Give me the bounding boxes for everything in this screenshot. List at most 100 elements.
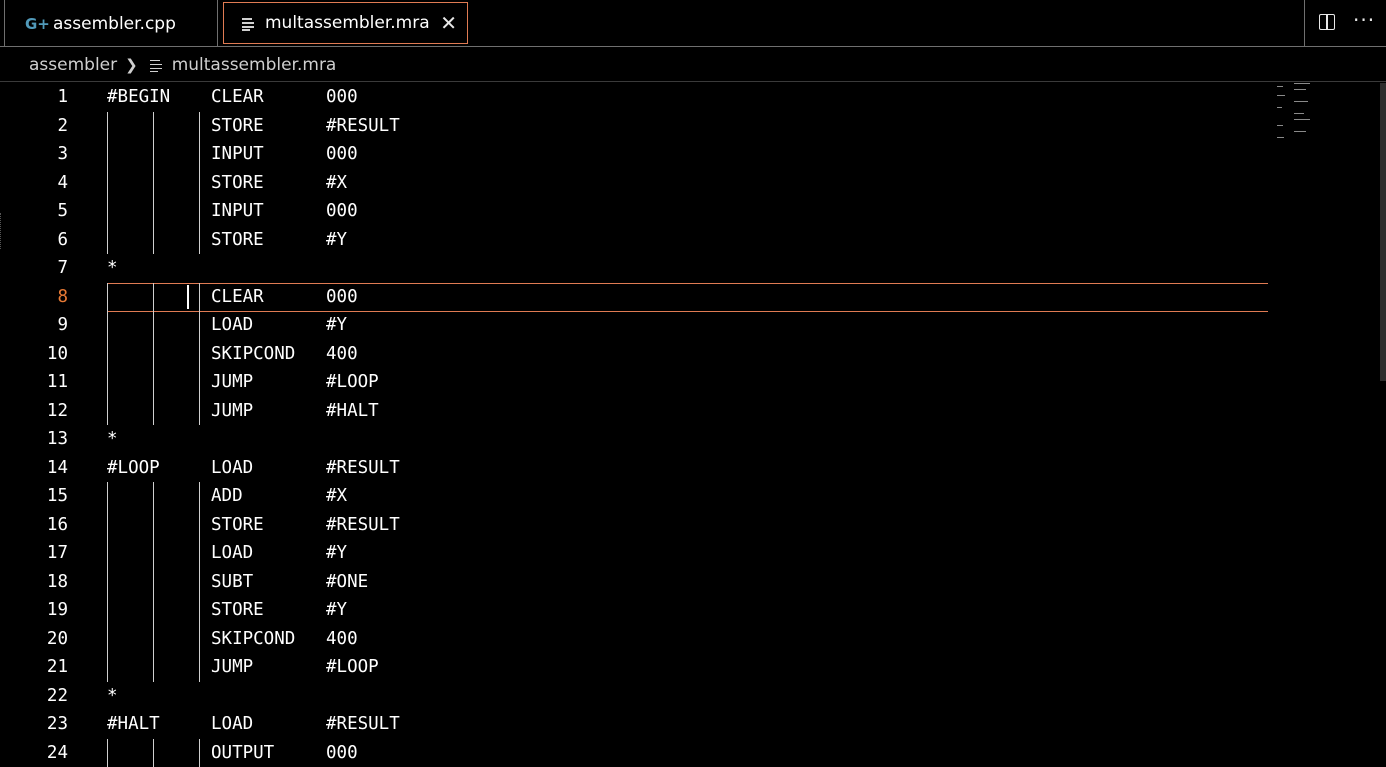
code-editor[interactable]: 1#BEGINCLEAR0002STORE#RESULT3INPUT0004ST… <box>0 83 1386 760</box>
close-icon[interactable]: ✕ <box>440 11 457 35</box>
indent-guide <box>153 340 154 369</box>
indent-guide <box>199 653 200 682</box>
indent-guide <box>199 226 200 255</box>
code-opcode: SUBT <box>211 568 253 597</box>
code-operand: #Y <box>326 596 347 625</box>
indent-guide <box>107 197 108 226</box>
line-number: 22 <box>28 682 68 711</box>
indent-guide <box>153 596 154 625</box>
indent-guide <box>153 368 154 397</box>
indent-guide <box>199 539 200 568</box>
indent-guide <box>107 368 108 397</box>
code-line[interactable]: 4STORE#X <box>0 169 1270 198</box>
cpp-file-icon: G+ <box>25 15 43 33</box>
code-opcode: LOAD <box>211 311 253 340</box>
indent-guide <box>153 568 154 597</box>
tab-label: assembler.cpp <box>53 14 176 34</box>
code-line[interactable]: 14#LOOPLOAD#RESULT <box>0 454 1270 483</box>
line-number: 17 <box>28 539 68 568</box>
line-number: 16 <box>28 511 68 540</box>
code-line[interactable]: 24OUTPUT000 <box>0 739 1270 767</box>
line-number: 4 <box>28 169 68 198</box>
code-line[interactable]: 5INPUT000 <box>0 197 1270 226</box>
chevron-right-icon: ❯ <box>125 56 138 74</box>
code-opcode: INPUT <box>211 140 264 169</box>
breadcrumb-folder[interactable]: assembler <box>29 55 117 75</box>
code-opcode: STORE <box>211 511 264 540</box>
text-file-icon <box>242 17 254 29</box>
code-operand: #Y <box>326 226 347 255</box>
code-operand: 000 <box>326 140 358 169</box>
indent-guide <box>199 197 200 226</box>
code-line[interactable]: 11JUMP#LOOP <box>0 368 1270 397</box>
indent-guide <box>199 340 200 369</box>
code-line[interactable]: 15ADD#X <box>0 482 1270 511</box>
indent-guide <box>199 482 200 511</box>
code-line[interactable]: 21JUMP#LOOP <box>0 653 1270 682</box>
line-number: 5 <box>28 197 68 226</box>
indent-guide <box>153 169 154 198</box>
code-operand: #HALT <box>326 397 379 426</box>
code-line[interactable]: 23#HALTLOAD#RESULT <box>0 710 1270 739</box>
indent-guide <box>199 169 200 198</box>
code-line[interactable]: 19STORE#Y <box>0 596 1270 625</box>
split-editor-icon[interactable] <box>1319 14 1335 30</box>
tab-multassembler-mra[interactable]: multassembler.mra ✕ <box>223 2 468 44</box>
indent-guide <box>153 112 154 141</box>
code-opcode: JUMP <box>211 368 253 397</box>
line-number: 10 <box>28 340 68 369</box>
code-opcode: OUTPUT <box>211 739 274 767</box>
indent-guide <box>107 739 108 767</box>
code-line[interactable]: 18SUBT#ONE <box>0 568 1270 597</box>
code-line[interactable]: 22 * <box>0 682 1270 711</box>
code-opcode: SKIPCOND <box>211 340 295 369</box>
code-line[interactable]: 7* <box>0 254 1270 283</box>
code-line[interactable]: 8CLEAR000 <box>0 283 1270 312</box>
code-label: * <box>107 682 118 711</box>
indent-guide <box>107 625 108 654</box>
code-label: #HALT <box>107 710 160 739</box>
code-line[interactable]: 17LOAD#Y <box>0 539 1270 568</box>
indent-guide <box>107 653 108 682</box>
code-operand: 000 <box>326 83 358 112</box>
indent-guide <box>199 112 200 141</box>
code-operand: 400 <box>326 625 358 654</box>
vertical-scrollbar[interactable] <box>1380 83 1386 381</box>
code-opcode: CLEAR <box>211 83 264 112</box>
code-label: * <box>107 254 118 283</box>
code-line[interactable]: 13* <box>0 425 1270 454</box>
code-operand: #ONE <box>326 568 368 597</box>
code-line[interactable]: 16STORE#RESULT <box>0 511 1270 540</box>
code-opcode: STORE <box>211 112 264 141</box>
code-label: #BEGIN <box>107 83 170 112</box>
tab-assembler-cpp[interactable]: G+ assembler.cpp <box>4 0 218 47</box>
code-line[interactable]: 3INPUT000 <box>0 140 1270 169</box>
line-number: 11 <box>28 368 68 397</box>
code-opcode: ADD <box>211 482 243 511</box>
code-opcode: LOAD <box>211 710 253 739</box>
editor-actions: ··· <box>1304 0 1386 47</box>
indent-guide <box>153 739 154 767</box>
code-line[interactable]: 10SKIPCOND400 <box>0 340 1270 369</box>
indent-guide <box>107 169 108 198</box>
text-file-icon <box>150 59 162 71</box>
indent-guide <box>107 539 108 568</box>
indent-guide <box>199 568 200 597</box>
indent-guide <box>107 568 108 597</box>
code-line[interactable]: 6STORE#Y <box>0 226 1270 255</box>
code-opcode: CLEAR <box>211 283 264 312</box>
code-operand: #RESULT <box>326 710 400 739</box>
code-line[interactable]: 2STORE#RESULT <box>0 112 1270 141</box>
minimap[interactable] <box>1274 83 1314 153</box>
breadcrumb-file[interactable]: multassembler.mra <box>172 55 337 75</box>
indent-guide <box>107 511 108 540</box>
code-line[interactable]: 9LOAD#Y <box>0 311 1270 340</box>
more-actions-icon[interactable]: ··· <box>1353 8 1375 32</box>
code-opcode: STORE <box>211 169 264 198</box>
code-opcode: JUMP <box>211 397 253 426</box>
code-line[interactable]: 20SKIPCOND400 <box>0 625 1270 654</box>
code-line[interactable]: 12JUMP#HALT <box>0 397 1270 426</box>
code-opcode: LOAD <box>211 539 253 568</box>
code-line[interactable]: 1#BEGINCLEAR000 <box>0 83 1270 112</box>
indent-guide <box>153 482 154 511</box>
